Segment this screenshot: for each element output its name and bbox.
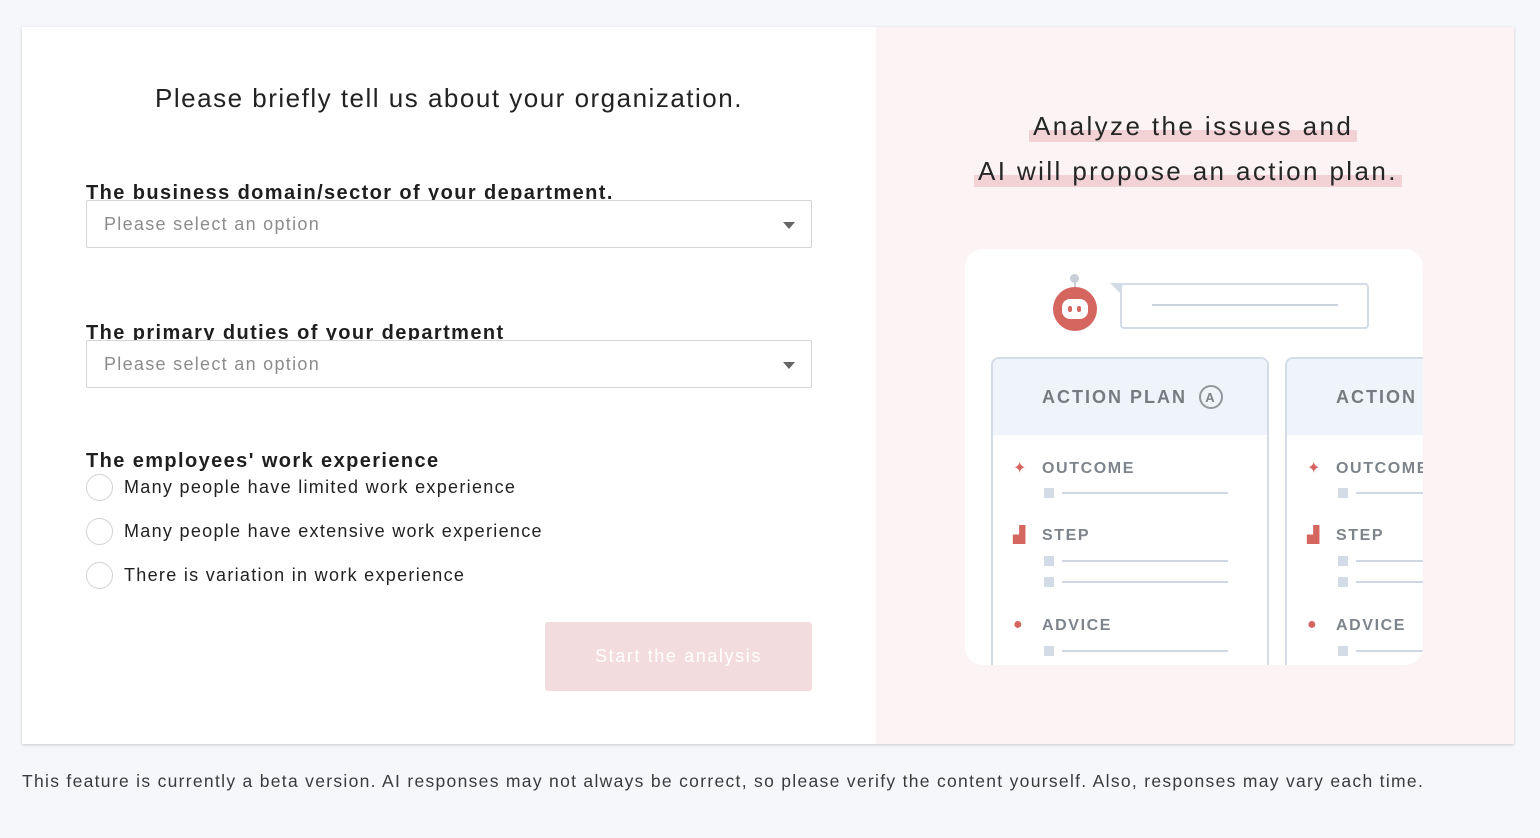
placeholder-line [1062, 650, 1228, 652]
experience-option-limited[interactable]: Many people have limited work experience [86, 474, 516, 501]
promo-line-1: Analyze the issues and [1029, 111, 1358, 142]
placeholder-bullet [1338, 646, 1348, 656]
radio-button[interactable] [86, 562, 113, 589]
action-plan-title: ACTION PLAN [1042, 386, 1187, 407]
placeholder-bullet [1044, 488, 1054, 498]
plan-badge: A [1199, 385, 1223, 409]
domain-select[interactable]: Please select an option [86, 200, 812, 248]
placeholder-line [1062, 492, 1228, 494]
placeholder-line [1062, 581, 1228, 583]
action-plan-card: ACTION PLAN A ✦ OUTCOME ▟ STEP ● ADVICE [991, 357, 1269, 665]
robot-icon: ● [1013, 616, 1023, 633]
placeholder-line [1356, 560, 1423, 562]
duties-select-placeholder: Please select an option [104, 353, 321, 374]
placeholder-line [1356, 492, 1423, 494]
experience-option-variation[interactable]: There is variation in work experience [86, 562, 465, 589]
experience-label: The employees' work experience [86, 450, 440, 472]
org-form: Please briefly tell us about your organi… [22, 27, 876, 744]
domain-select-placeholder: Please select an option [104, 213, 321, 234]
action-plan-card: ACTION PLAN B ✦ OUTCOME ▟ STEP ● ADVICE [1285, 357, 1423, 665]
placeholder-bullet [1338, 556, 1348, 566]
section-step: STEP [1042, 527, 1091, 544]
promo-panel: Analyze the issues and AI will propose a… [876, 27, 1514, 744]
radio-button[interactable] [86, 518, 113, 545]
duties-select[interactable]: Please select an option [86, 340, 812, 388]
placeholder-bullet [1338, 577, 1348, 587]
placeholder-bullet [1044, 556, 1054, 566]
analysis-card: Please briefly tell us about your organi… [22, 27, 1514, 744]
beta-notice: This feature is currently a beta version… [22, 771, 1425, 791]
start-analysis-button[interactable]: Start the analysis [545, 622, 812, 691]
section-outcome: OUTCOME [1336, 460, 1423, 477]
stairs-icon: ▟ [1013, 527, 1026, 544]
section-outcome: OUTCOME [1042, 460, 1135, 477]
radio-label: Many people have extensive work experien… [124, 521, 543, 541]
action-plan-header: ACTION PLAN A [993, 359, 1267, 435]
sparkle-icon: ✦ [1013, 460, 1027, 477]
placeholder-bullet [1044, 646, 1054, 656]
placeholder-line [1356, 581, 1423, 583]
placeholder-bullet [1044, 577, 1054, 587]
section-advice: ADVICE [1336, 617, 1407, 634]
placeholder-line [1356, 650, 1423, 652]
form-title: Please briefly tell us about your organi… [155, 83, 743, 113]
chevron-down-icon [783, 222, 795, 229]
radio-label: Many people have limited work experience [124, 477, 517, 497]
stairs-icon: ▟ [1307, 527, 1320, 544]
radio-button[interactable] [86, 474, 113, 501]
experience-option-extensive[interactable]: Many people have extensive work experien… [86, 518, 543, 545]
placeholder-bullet [1338, 488, 1348, 498]
robot-icon: ● [1307, 616, 1317, 633]
action-plan-title: ACTION PLAN [1336, 386, 1423, 407]
action-plan-header: ACTION PLAN B [1287, 359, 1423, 435]
radio-label: There is variation in work experience [124, 565, 466, 585]
robot-icon [1053, 274, 1097, 331]
placeholder-line [1062, 560, 1228, 562]
section-advice: ADVICE [1042, 617, 1113, 634]
sparkle-icon: ✦ [1307, 460, 1321, 477]
section-step: STEP [1336, 527, 1385, 544]
speech-bubble [1110, 283, 1369, 329]
promo-line-2: AI will propose an action plan. [974, 156, 1402, 187]
chevron-down-icon [783, 362, 795, 369]
action-plan-illustration: ACTION PLAN A ✦ OUTCOME ▟ STEP ● ADVICE [965, 249, 1423, 665]
